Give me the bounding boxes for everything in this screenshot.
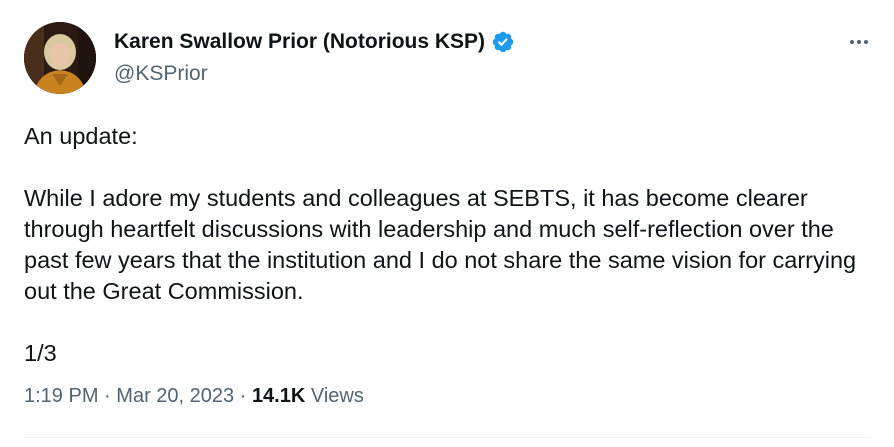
profile-photo (24, 22, 96, 94)
author-name-row: Karen Swallow Prior (Notorious KSP) (114, 30, 515, 54)
tweet-time[interactable]: 1:19 PM (24, 385, 98, 407)
dot (857, 40, 861, 44)
tweet-meta: 1:19 PM · Mar 20, 2023 · 14.1K Views (24, 385, 364, 408)
divider (24, 437, 870, 438)
views-label: Views (310, 385, 364, 407)
tweet-date[interactable]: Mar 20, 2023 (116, 385, 234, 407)
tweet-card: Karen Swallow Prior (Notorious KSP) @KSP… (0, 0, 894, 447)
verified-badge-icon (491, 30, 515, 54)
tweet-text: An update: While I adore my students and… (24, 123, 857, 366)
meta-separator: · (239, 385, 247, 407)
dot (864, 40, 868, 44)
dot (850, 40, 854, 44)
author-handle[interactable]: @KSPrior (114, 62, 208, 86)
more-dots-icon[interactable] (842, 30, 876, 54)
meta-separator: · (104, 385, 111, 407)
author-display-name[interactable]: Karen Swallow Prior (Notorious KSP) (114, 30, 485, 54)
avatar[interactable] (24, 22, 96, 94)
views-count: 14.1K (251, 385, 306, 407)
